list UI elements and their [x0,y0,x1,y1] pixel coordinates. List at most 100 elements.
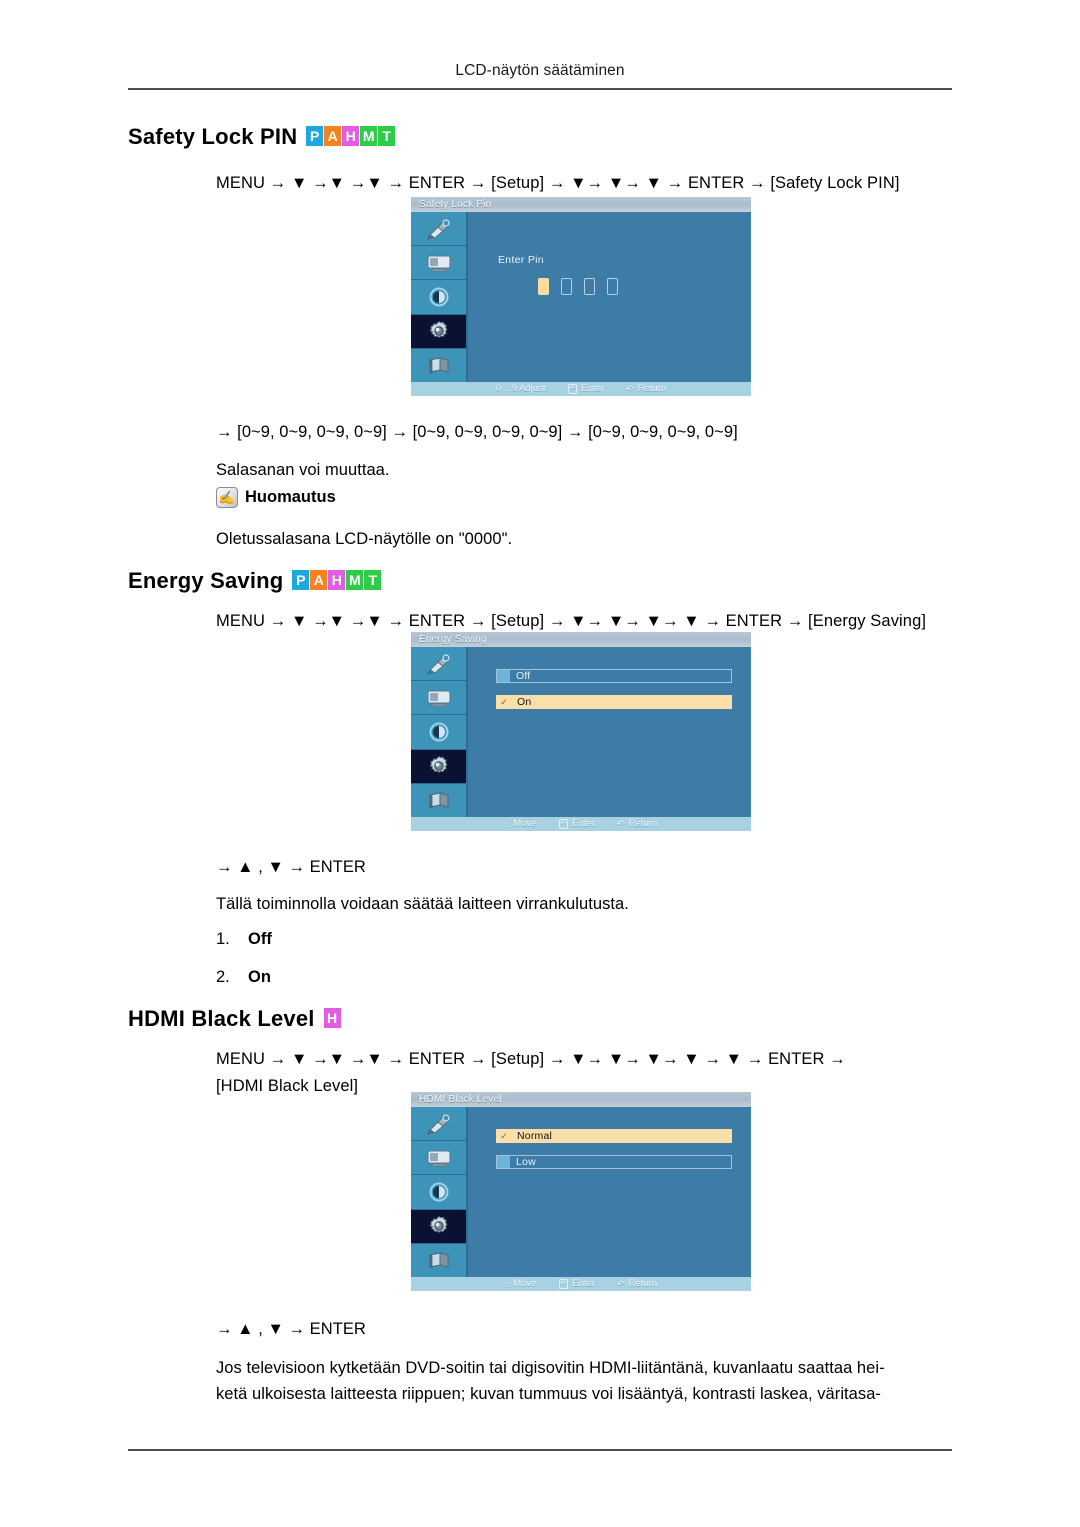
contrast-circle-icon [428,721,450,743]
osd-sidebar-item-contrast[interactable] [411,715,466,750]
osd-option-low[interactable]: Low [496,1155,732,1169]
option-label: Low [516,1156,536,1168]
section-heading-energy-saving: Energy Saving P A H M T [128,568,382,594]
enter-label: Enter [572,1278,596,1289]
osd-sidebar-item-screen[interactable] [411,681,466,716]
osd-sidebar-item-multicontrol[interactable] [411,784,466,817]
pin-range-line: → [0~9, 0~9, 0~9, 0~9] → [0~9, 0~9, 0~9,… [216,423,738,441]
enter-label: Enter [581,383,605,394]
list-item: 1. Off [216,930,272,949]
model-badge-h: H [342,126,360,146]
note-body-safety-lock-pin: Oletussalasana LCD-näytölle on "0000". [216,530,513,548]
osd-option-off[interactable]: Off [496,669,732,683]
adjust-label: 0 .. 9 Adjust [495,383,546,394]
osd-hdmi-black-level: HDMI Black Level ✓ Normal Low ↕ Move ↵ E… [411,1092,751,1291]
osd-body: Enter Pin [411,212,751,382]
nav-path-safety-lock-pin: MENU → ▼ →▼ →▼ → ENTER → [Setup] → ▼→ ▼→… [216,174,900,192]
osd-option-on[interactable]: ✓ On [496,695,732,709]
osd-energy-saving: Energy Saving Off ✓ On ↕ Move ↵ Enter ↶ … [411,632,751,831]
model-badge-m: M [346,570,364,590]
list-item: 2. On [216,968,271,987]
model-badge-t: T [378,126,396,146]
option-marker [497,1156,510,1168]
osd-option-normal[interactable]: ✓ Normal [496,1129,732,1143]
move-label: Move [513,1278,537,1289]
model-badge-a: A [324,126,342,146]
section-heading-hdmi-black-level: HDMI Black Level H [128,1006,341,1032]
footer-return-hint: ↶ Return [617,817,657,831]
model-badge-h: H [323,1008,341,1028]
pin-box-3[interactable] [584,278,595,295]
osd-title-bar: HDMI Black Level [411,1092,751,1107]
energy-saving-key-line: → ▲ , ▼ → ENTER [216,858,366,876]
return-arrow-icon: ↶ [617,819,625,829]
osd-sidebar-item-screen[interactable] [411,246,466,281]
model-badge-h: H [328,570,346,590]
contrast-circle-icon [428,1181,450,1203]
section-heading-safety-lock-pin: Safety Lock PIN P A H M T [128,124,396,150]
footer-rule [128,1449,952,1451]
nav-path-energy-saving: MENU → ▼ →▼ →▼ → ENTER → [Setup] → ▼→ ▼→… [216,612,927,630]
osd-sidebar-item-screen[interactable] [411,1141,466,1176]
enter-label: Enter [572,818,596,829]
nav-path-line-1: MENU → ▼ →▼ →▼ → ENTER → [Setup] → ▼→ ▼→… [216,1050,846,1068]
model-badge-group: H [323,1008,341,1028]
osd-title-bar: Safety Lock Pin [411,197,751,212]
option-marker [497,670,510,682]
option-label: Normal [517,1130,553,1142]
return-label: Return [628,1278,658,1289]
book-icon [426,789,452,811]
osd-sidebar-item-picture[interactable] [411,1107,466,1142]
osd-sidebar-item-setup[interactable] [411,314,466,349]
document-page: LCD-näytön säätäminen Safety Lock PIN P … [0,0,1080,1527]
option-label: On [517,696,532,708]
osd-title-bar: Energy Saving [411,632,751,647]
osd-sidebar-item-contrast[interactable] [411,1175,466,1210]
osd-body: Off ✓ On [411,647,751,817]
footer-adjust-hint: 0 .. 9 Adjust [496,382,546,396]
pin-box-1[interactable] [538,278,549,295]
osd-sidebar-item-picture[interactable] [411,647,466,682]
osd-sidebar-item-multicontrol[interactable] [411,349,466,382]
pin-box-4[interactable] [607,278,618,295]
footer-return-hint: ↶ Return [617,1277,657,1291]
header-rule [128,88,952,90]
energy-saving-paragraph: Tällä toiminnolla voidaan säätää laittee… [216,895,629,913]
enter-key-icon: ↵ [567,384,578,394]
option-label: Off [516,670,531,682]
book-icon [426,1249,452,1271]
osd-content-pin: Enter Pin [468,212,751,382]
osd-sidebar-item-setup[interactable] [411,749,466,784]
move-label: Move [513,818,537,829]
list-number: 2. [216,968,230,986]
osd-body: ✓ Normal Low [411,1107,751,1277]
pin-box-2[interactable] [561,278,572,295]
osd-sidebar-item-picture[interactable] [411,212,466,247]
footer-return-hint: ↶ Return [626,382,666,396]
footer-move-hint: ↕ Move [505,817,537,831]
list-number: 1. [216,930,230,948]
enter-pin-label: Enter Pin [498,254,544,266]
osd-footer: ↕ Move ↵ Enter ↶ Return [411,1277,751,1291]
osd-sidebar-item-multicontrol[interactable] [411,1244,466,1277]
return-label: Return [628,818,658,829]
option-marker: ✓ [497,697,511,707]
monitor-icon [425,253,453,273]
monitor-icon [425,1148,453,1168]
section-title: Energy Saving [128,568,284,593]
gear-icon [427,319,451,343]
option-marker: ✓ [497,1131,511,1141]
hdmi-paragraph-line-1: Jos televisioon kytketään DVD-soitin tai… [216,1359,885,1377]
osd-safety-lock-pin: Safety Lock Pin Enter Pin 0 .. 9 Adjust … [411,197,751,396]
running-header: LCD-näytön säätäminen [455,62,625,79]
osd-sidebar-item-contrast[interactable] [411,280,466,315]
gear-icon [427,1214,451,1238]
pin-entry-boxes[interactable] [538,278,618,295]
osd-sidebar [411,647,468,817]
osd-content-options: Off ✓ On [468,647,751,817]
hdmi-key-line: → ▲ , ▼ → ENTER [216,1320,366,1338]
picture-brush-icon [426,1113,452,1135]
osd-sidebar-item-setup[interactable] [411,1209,466,1244]
pin-change-paragraph: Salasanan voi muuttaa. [216,461,390,479]
monitor-icon [425,688,453,708]
